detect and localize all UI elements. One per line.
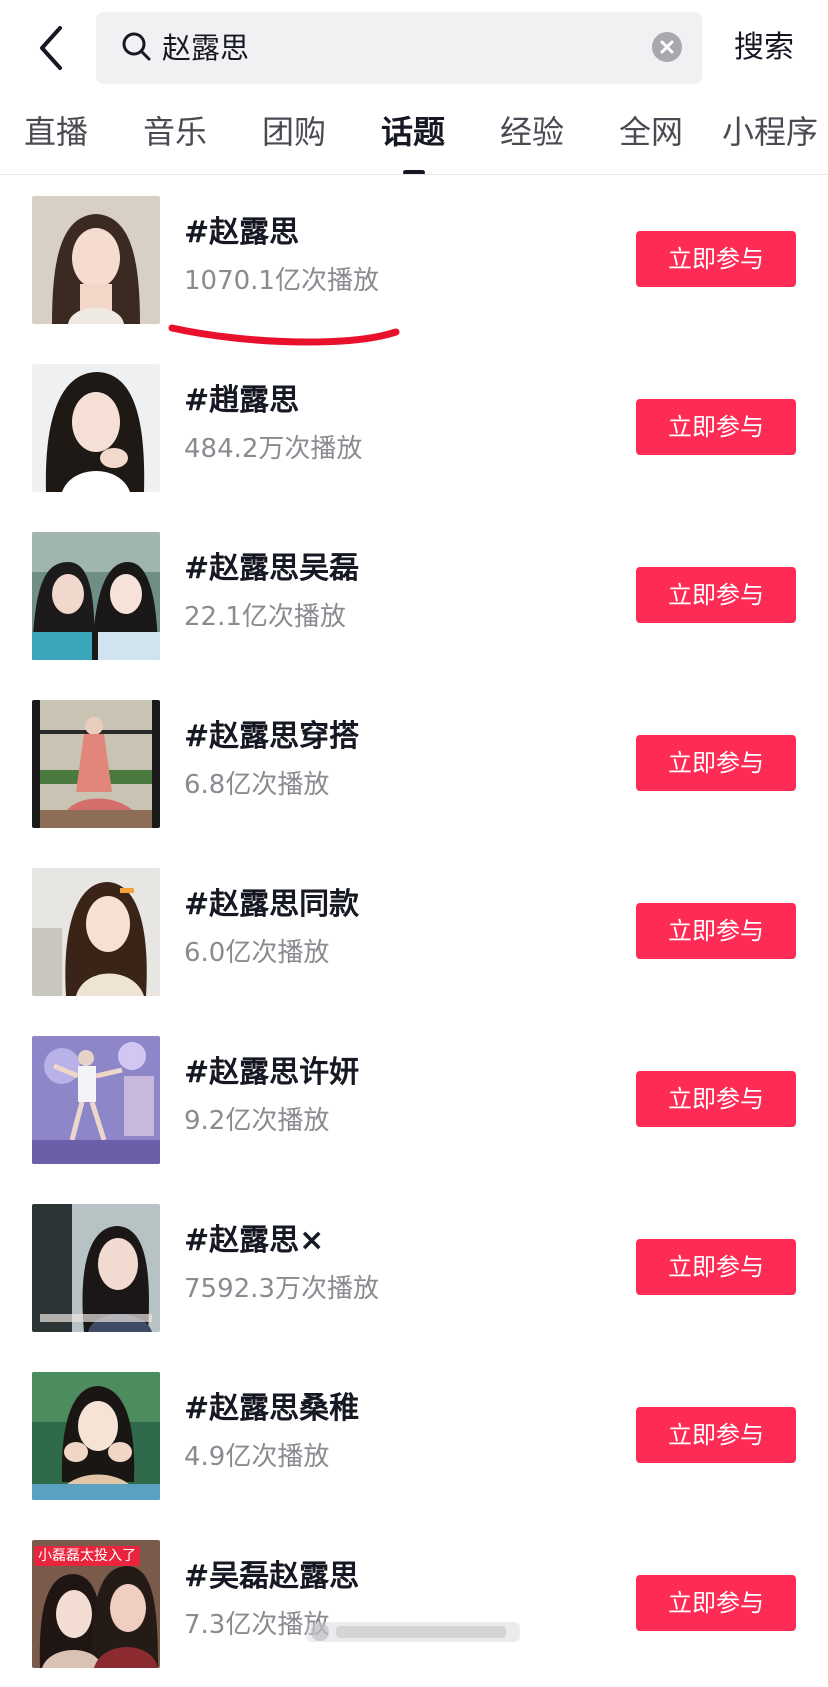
topic-thumbnail	[32, 196, 160, 324]
search-input[interactable]: 赵露思	[162, 12, 249, 84]
join-button[interactable]: 立即参与	[636, 1407, 796, 1463]
search-header: 赵露思 搜索	[0, 0, 828, 96]
search-icon	[122, 32, 151, 61]
topic-thumbnail: 小磊磊太投入了	[32, 1540, 160, 1668]
topic-thumbnail	[32, 868, 160, 996]
clear-icon	[660, 40, 674, 54]
topic-title: #赵露思穿搭	[184, 719, 360, 754]
topic-title: #赵露思	[184, 215, 300, 250]
topic-thumbnail	[32, 700, 160, 828]
join-button[interactable]: 立即参与	[636, 1575, 796, 1631]
topic-row[interactable]: #赵露思× 7592.3万次播放 立即参与	[0, 1183, 828, 1351]
underline-annotation	[168, 324, 400, 346]
topic-thumbnail	[32, 1204, 160, 1332]
topic-title: #赵露思许妍	[184, 1055, 360, 1090]
topic-row[interactable]: #赵露思桑稚 4.9亿次播放 立即参与	[0, 1351, 828, 1519]
watermark	[306, 1622, 520, 1642]
topic-row[interactable]: #赵露思穿搭 6.8亿次播放 立即参与	[0, 679, 828, 847]
topic-title: #赵露思吴磊	[184, 551, 360, 586]
category-tabs: 直播 音乐 团购 话题 经验 全网 小程序	[0, 96, 828, 175]
join-button[interactable]: 立即参与	[636, 735, 796, 791]
thumbnail-caption: 小磊磊太投入了	[34, 1546, 140, 1566]
topic-views: 1070.1亿次播放	[184, 266, 379, 296]
topic-views: 7592.3万次播放	[184, 1274, 379, 1304]
tab-group-buy[interactable]: 团购	[262, 106, 326, 158]
back-button[interactable]	[30, 22, 78, 74]
topic-views: 4.9亿次播放	[184, 1442, 330, 1472]
join-button[interactable]: 立即参与	[636, 231, 796, 287]
topic-row[interactable]: 小磊磊太投入了 #吴磊赵露思 7.3亿次播放 立即参与	[0, 1519, 828, 1687]
search-bar[interactable]: 赵露思	[96, 12, 702, 84]
topic-thumbnail	[32, 1036, 160, 1164]
topic-views: 484.2万次播放	[184, 434, 363, 464]
join-button[interactable]: 立即参与	[636, 1239, 796, 1295]
topic-row[interactable]: #趙露思 484.2万次播放 立即参与	[0, 343, 828, 511]
topic-views: 9.2亿次播放	[184, 1106, 330, 1136]
topic-views: 6.0亿次播放	[184, 938, 330, 968]
join-button[interactable]: 立即参与	[636, 903, 796, 959]
tab-topics[interactable]: 话题	[381, 106, 445, 158]
tab-web[interactable]: 全网	[619, 106, 683, 158]
topic-thumbnail	[32, 1372, 160, 1500]
topic-views: 22.1亿次播放	[184, 602, 346, 632]
join-button[interactable]: 立即参与	[636, 399, 796, 455]
topic-title: #赵露思同款	[184, 887, 360, 922]
topic-thumbnail	[32, 532, 160, 660]
clear-button[interactable]	[652, 32, 682, 62]
topic-row[interactable]: #赵露思许妍 9.2亿次播放 立即参与	[0, 1015, 828, 1183]
topic-title: #趙露思	[184, 383, 300, 418]
topic-title: #吴磊赵露思	[184, 1559, 360, 1594]
tab-experience[interactable]: 经验	[500, 106, 564, 158]
join-button[interactable]: 立即参与	[636, 567, 796, 623]
search-button[interactable]: 搜索	[724, 12, 804, 84]
topic-row[interactable]: #赵露思同款 6.0亿次播放 立即参与	[0, 847, 828, 1015]
topic-thumbnail	[32, 364, 160, 492]
topic-title: #赵露思桑稚	[184, 1391, 360, 1426]
join-button[interactable]: 立即参与	[636, 1071, 796, 1127]
topic-title: #赵露思×	[184, 1223, 325, 1258]
topic-row[interactable]: #赵露思吴磊 22.1亿次播放 立即参与	[0, 511, 828, 679]
tab-music[interactable]: 音乐	[143, 106, 207, 158]
topic-row[interactable]: #赵露思 1070.1亿次播放 立即参与	[0, 175, 828, 343]
tab-mini-programs[interactable]: 小程序	[722, 106, 818, 158]
tab-live[interactable]: 直播	[24, 106, 88, 158]
chevron-left-icon	[40, 26, 62, 70]
topic-views: 6.8亿次播放	[184, 770, 330, 800]
